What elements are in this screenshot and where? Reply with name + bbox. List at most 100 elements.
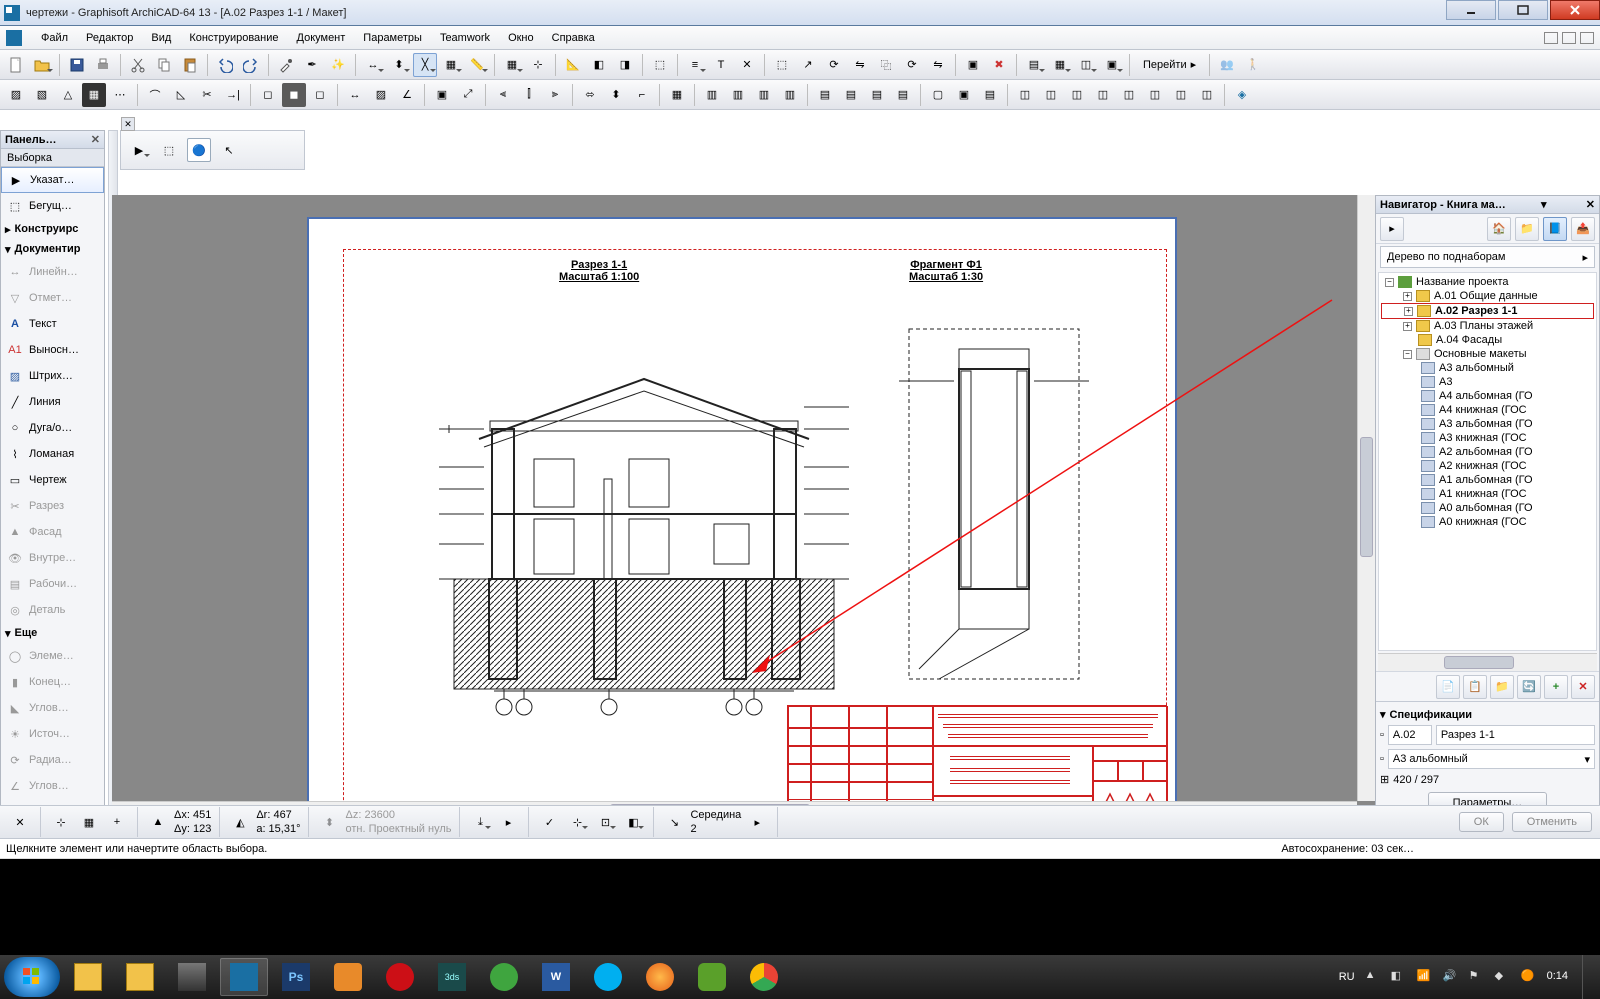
arrange-h-icon[interactable]: ▤ [891,83,915,107]
vertical-scrollbar[interactable] [1357,195,1375,801]
dist-vert-icon[interactable]: ⬍ [604,83,628,107]
tray-network-icon[interactable]: 📶 [1417,969,1433,985]
layerset3-icon[interactable]: ◫ [1065,83,1089,107]
new-file-icon[interactable] [4,53,28,77]
snap3-icon[interactable]: ⊡ [593,810,617,834]
tray-app3-icon[interactable]: 🟠 [1521,969,1537,985]
print-icon[interactable] [91,53,115,77]
skype-task-icon[interactable] [584,958,632,996]
align-left-icon[interactable]: ⫷ [491,83,515,107]
mdi-restore-button[interactable] [1562,32,1576,44]
snap-mode-icon[interactable]: ↘ [662,810,686,834]
update-icon[interactable]: 🔄 [1517,675,1541,699]
show-all-icon[interactable]: ⬚ [648,53,672,77]
mirror-copy-icon[interactable]: ⇋ [926,53,950,77]
view-box-icon[interactable]: ▣ [430,83,454,107]
ungroup-icon[interactable]: ✖ [987,53,1011,77]
dim-tool-icon[interactable]: ↔ [361,53,385,77]
tool-section[interactable]: ✂Разрез [1,493,104,519]
opera-task-icon[interactable] [376,958,424,996]
scroll-thumb[interactable] [1444,656,1514,669]
grid-display-icon[interactable]: ▦ [500,53,524,77]
tool-corner[interactable]: ◣Углов… [1,695,104,721]
arrange-a-icon[interactable]: ▥ [700,83,724,107]
tree-master-0[interactable]: A3 альбомный [1381,361,1594,375]
maximize-button[interactable] [1498,0,1548,20]
media-player-task-icon[interactable] [324,958,372,996]
expand-icon[interactable]: + [1404,307,1413,316]
save-icon[interactable] [65,53,89,77]
collapse-icon[interactable]: − [1385,278,1394,287]
project-map-icon[interactable]: ▸ [1380,217,1404,241]
paste-icon[interactable] [178,53,202,77]
show-desktop-button[interactable] [1582,955,1596,999]
layer-T-icon[interactable]: T [709,53,733,77]
nav-home-icon[interactable]: 🏠 [1487,217,1511,241]
hatch-dots-icon[interactable]: ⋯ [108,83,132,107]
move-icon[interactable]: ↗ [796,53,820,77]
drag-copy-icon[interactable]: ⿻ [874,53,898,77]
master-layout-field[interactable]: A3 альбомный▾ [1388,749,1595,769]
tool-elevation[interactable]: ▲Фасад [1,519,104,545]
dim-x-icon[interactable]: ✕ [735,53,759,77]
collapse-icon[interactable]: − [1403,350,1412,359]
arrange-b-icon[interactable]: ▥ [726,83,750,107]
tree-master-5[interactable]: A3 книжная (ГОС [1381,431,1594,445]
menu-help[interactable]: Справка [543,29,604,47]
origin-icon[interactable]: ✕ [8,810,32,834]
layerset1-icon[interactable]: ◫ [1013,83,1037,107]
fill-tool-icon[interactable]: ▦ [439,53,463,77]
goto-button[interactable]: Перейти▸ [1135,53,1204,77]
select-all-icon[interactable]: ⬚ [770,53,794,77]
close-button[interactable] [1550,0,1600,20]
archicad-task-icon[interactable] [220,958,268,996]
toolbox-tab[interactable]: Выборка [1,149,104,167]
navigator-pin-icon[interactable]: ▾ [1541,198,1547,211]
utorrent-task-icon[interactable] [480,958,528,996]
snap-corner-icon[interactable]: ⌐ [630,83,654,107]
photoshop-task-icon[interactable]: Ps [272,958,320,996]
grid-snap2-icon[interactable]: ▦ [77,810,101,834]
tool-line[interactable]: ╱Линия [1,389,104,415]
tree-master-8[interactable]: A1 альбомная (ГО [1381,473,1594,487]
explorer2-task-icon[interactable] [116,958,164,996]
tree-subset-4[interactable]: A.04 Фасады [1381,333,1594,347]
mdi-close-button[interactable] [1580,32,1594,44]
layerset7-icon[interactable]: ◫ [1169,83,1193,107]
tool-marquee[interactable]: ⬚Бегущ… [1,193,104,219]
angle-meas-icon[interactable]: ∠ [395,83,419,107]
start-button[interactable] [4,957,60,997]
tree-subset-3[interactable]: +A.03 Планы этажей [1381,319,1594,333]
partial-display-icon[interactable]: ◫ [1074,53,1098,77]
rotate-icon[interactable]: ⟳ [822,53,846,77]
layout-name-field[interactable]: Разрез 1-1 [1436,725,1595,745]
add-icon[interactable]: + [1544,675,1568,699]
menu-params[interactable]: Параметры [354,29,431,47]
arrange-e-icon[interactable]: ▤ [813,83,837,107]
layout-canvas[interactable]: Разрез 1-1Масштаб 1:100 Фрагмент Ф1Масшт… [112,195,1375,819]
align-right-icon[interactable]: ⫸ [543,83,567,107]
align-hcenter-icon[interactable]: ⫿ [517,83,541,107]
fit-icon[interactable]: ⤢ [456,83,480,107]
mdi-min-button[interactable] [1544,32,1558,44]
extend-icon[interactable]: →| [221,83,245,107]
group-icon[interactable]: ▣ [961,53,985,77]
magic-wand-icon[interactable]: ✨ [326,53,350,77]
grid-snap-icon[interactable]: ⊹ [526,53,550,77]
publisher-icon[interactable]: 📤 [1571,217,1595,241]
area-icon[interactable]: ▨ [369,83,393,107]
layout-id-field[interactable]: A.02 [1388,725,1432,745]
model-view-icon[interactable]: ▦ [1048,53,1072,77]
menu-teamwork[interactable]: Teamwork [431,29,499,47]
menu-window[interactable]: Окно [499,29,543,47]
tool-linear-dim[interactable]: ↔Линейн… [1,259,104,285]
tree-subset-1[interactable]: +А.01 Общие данные [1381,289,1594,303]
layerset8-icon[interactable]: ◫ [1195,83,1219,107]
snap1-icon[interactable]: ✓ [537,810,561,834]
3ds-task-icon[interactable]: 3ds [428,958,476,996]
show-sel-icon[interactable]: ◻ [256,83,280,107]
tree-masters[interactable]: −Основные макеты [1381,347,1594,361]
dist-x-icon[interactable]: ↔ [343,83,367,107]
tool-level-dim[interactable]: ▽Отмет… [1,285,104,311]
layer-combo-icon[interactable]: ≡ [683,53,707,77]
